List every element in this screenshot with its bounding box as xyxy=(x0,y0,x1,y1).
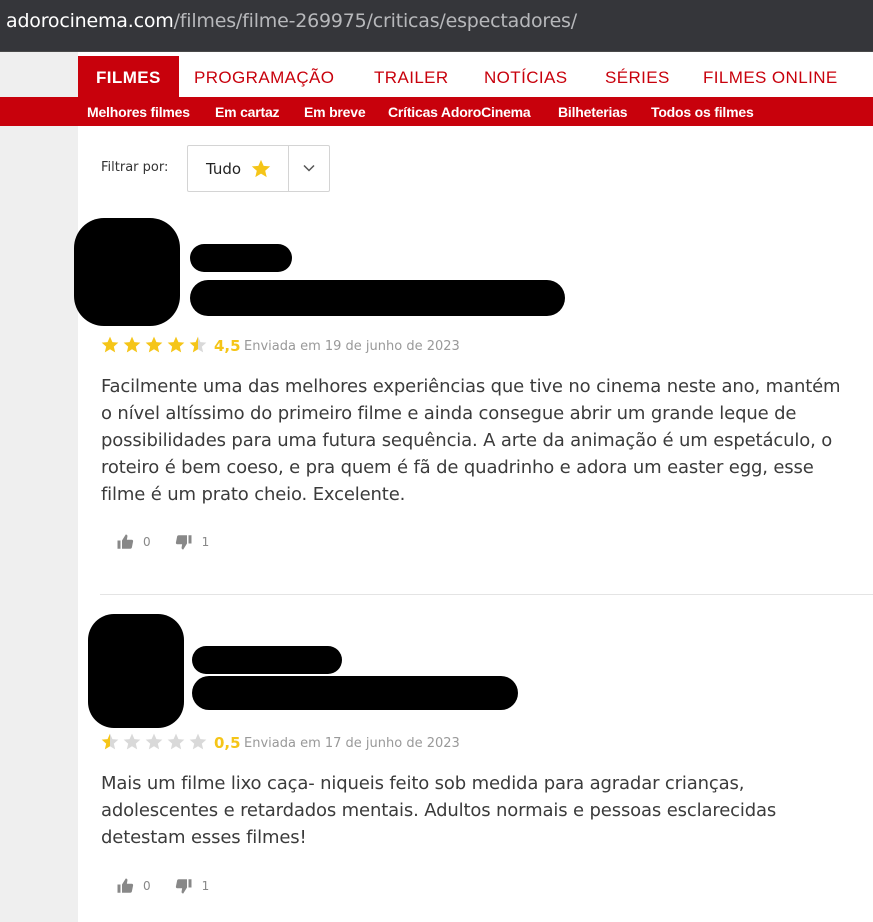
filter-value: Tudo xyxy=(206,160,242,178)
sub-nav: Melhores filmes Em cartaz Em breve Críti… xyxy=(0,97,873,126)
thumbs-down-icon xyxy=(175,535,192,550)
dislike-button[interactable]: 1 xyxy=(175,533,210,551)
star-icon xyxy=(167,733,185,750)
star-icon xyxy=(189,336,207,353)
star-icon xyxy=(123,733,141,750)
rating-stars xyxy=(100,732,208,752)
star-icon xyxy=(123,336,141,353)
nav-item-filmes[interactable]: FILMES xyxy=(78,56,179,97)
thumbs-up-icon xyxy=(117,534,134,549)
subnav-todos-os-filmes[interactable]: Todos os filmes xyxy=(651,97,754,126)
vote-bar: 0 1 xyxy=(116,533,233,551)
review-text: Mais um filme lixo caça- niqueis feito s… xyxy=(101,773,777,848)
star-icon xyxy=(101,336,119,353)
star-icon xyxy=(145,336,163,353)
like-count: 0 xyxy=(143,535,151,549)
star-icon xyxy=(145,733,163,750)
review-date: Enviada em 17 de junho de 2023 xyxy=(244,736,460,751)
review-card: 4,5 Enviada em 19 de junho de 2023 Facil… xyxy=(74,210,873,594)
url-host: adorocinema.com xyxy=(6,10,174,32)
thumbs-down-icon xyxy=(175,879,192,894)
filter-dropdown[interactable]: Tudo xyxy=(187,145,330,192)
review-date: Enviada em 19 de junho de 2023 xyxy=(244,339,460,354)
subnav-melhores-filmes[interactable]: Melhores filmes xyxy=(87,97,190,126)
rating-value: 4,5 xyxy=(214,337,241,355)
filter-separator xyxy=(288,146,289,191)
avatar xyxy=(88,614,184,728)
rating-stars xyxy=(100,335,208,355)
dislike-count: 1 xyxy=(201,535,210,549)
redacted-user-info xyxy=(192,676,518,710)
nav-item-programacao[interactable]: PROGRAMAÇÃO xyxy=(194,56,334,97)
avatar xyxy=(74,218,180,326)
redacted-username xyxy=(190,244,292,272)
vote-bar: 0 1 xyxy=(116,877,233,895)
rating-value: 0,5 xyxy=(214,734,241,752)
subnav-criticas-adorocinema[interactable]: Críticas AdoroCinema xyxy=(388,97,531,126)
filter-label: Filtrar por: xyxy=(101,160,169,175)
review-card: 0,5 Enviada em 17 de junho de 2023 Mais … xyxy=(78,606,873,922)
browser-address-bar[interactable]: adorocinema.com/filmes/filme-269975/crit… xyxy=(0,0,873,52)
star-icon xyxy=(251,159,271,178)
star-icon xyxy=(101,733,119,750)
nav-item-filmes-online[interactable]: FILMES ONLINE xyxy=(703,56,838,97)
subnav-em-breve[interactable]: Em breve xyxy=(304,97,366,126)
url-path: /filmes/filme-269975/criticas/espectador… xyxy=(173,10,578,32)
nav-item-trailer[interactable]: TRAILER xyxy=(374,56,449,97)
review-text: Facilmente uma das melhores experiências… xyxy=(101,376,841,505)
redacted-user-info xyxy=(190,280,565,316)
nav-item-series[interactable]: SÉRIES xyxy=(605,56,670,97)
star-icon xyxy=(167,336,185,353)
main-nav: FILMES PROGRAMAÇÃO TRAILER NOTÍCIAS SÉRI… xyxy=(78,52,873,97)
like-button[interactable]: 0 xyxy=(116,877,151,895)
dislike-button[interactable]: 1 xyxy=(175,877,210,895)
redacted-username xyxy=(192,646,342,674)
like-count: 0 xyxy=(143,879,151,893)
nav-item-noticias[interactable]: NOTÍCIAS xyxy=(484,56,568,97)
subnav-bilheterias[interactable]: Bilheterias xyxy=(558,97,628,126)
review-divider xyxy=(100,594,873,595)
star-icon xyxy=(189,733,207,750)
chevron-down-icon[interactable] xyxy=(302,161,316,175)
url-text[interactable]: adorocinema.com/filmes/filme-269975/crit… xyxy=(6,10,577,32)
dislike-count: 1 xyxy=(201,879,210,893)
subnav-em-cartaz[interactable]: Em cartaz xyxy=(215,97,280,126)
thumbs-up-icon xyxy=(117,878,134,893)
like-button[interactable]: 0 xyxy=(116,533,151,551)
left-gutter xyxy=(0,52,78,922)
